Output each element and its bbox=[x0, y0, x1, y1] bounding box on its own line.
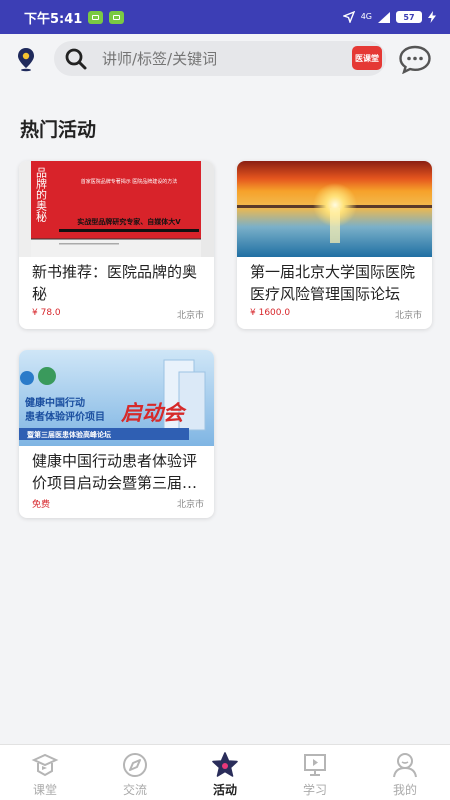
nav-label: 交流 bbox=[122, 783, 147, 797]
activity-title: 健康中国行动患者体验评价项目启动会暨第三届医患体验高峰论坛 bbox=[32, 452, 198, 492]
search-input[interactable] bbox=[102, 50, 342, 68]
signal-icon bbox=[378, 11, 390, 23]
activity-price: ¥ 78.0 bbox=[32, 308, 61, 318]
compass-icon bbox=[123, 753, 147, 777]
nav-label: 活动 bbox=[212, 783, 237, 797]
network-type: 4G bbox=[360, 12, 372, 21]
star-icon bbox=[212, 752, 238, 777]
location-pin-icon[interactable] bbox=[14, 46, 38, 72]
status-indicators: 4G 57 bbox=[342, 11, 436, 23]
book-vertical-title: 品牌的奥秘 bbox=[35, 167, 48, 223]
nav-item-activity[interactable]: 活动 bbox=[180, 745, 270, 800]
location-arrow-icon bbox=[342, 11, 355, 23]
nav-item-study[interactable]: 学习 bbox=[270, 745, 360, 800]
activity-price: 免费 bbox=[32, 500, 51, 510]
battery-icon: 57 bbox=[396, 11, 422, 23]
classroom-icon bbox=[31, 753, 59, 777]
book-bottom-text: 实战型品牌研究专家、自媒体大V bbox=[77, 217, 181, 226]
activity-city: 北京市 bbox=[394, 311, 422, 321]
notification-app-icon bbox=[109, 10, 125, 24]
activity-price: ¥ 1600.0 bbox=[250, 308, 291, 318]
charging-icon bbox=[428, 11, 436, 23]
battery-level: 57 bbox=[403, 12, 415, 22]
activity-card[interactable]: 第一届北京大学国际医院医疗风险管理国际论坛 ¥ 1600.0 北京市 bbox=[237, 161, 432, 329]
section-title: 热门活动 bbox=[20, 119, 97, 141]
search-icon bbox=[65, 48, 87, 70]
activity-title: 第一届北京大学国际医院医疗风险管理国际论坛 bbox=[250, 263, 416, 303]
book-top-text: 首家医院品牌专著揭示 医院品牌建设的方法 bbox=[81, 178, 178, 185]
banner-line2: 患者体验评价项目 bbox=[25, 410, 105, 423]
nav-item-exchange[interactable]: 交流 bbox=[90, 745, 180, 800]
status-time: 下午5:41 bbox=[24, 11, 83, 27]
banner-script: 启动会 bbox=[120, 400, 187, 425]
banner-subtitle: 暨第三届医患体验高峰论坛 bbox=[27, 430, 111, 439]
notification-app-icon bbox=[88, 10, 104, 24]
nav-label: 我的 bbox=[392, 783, 417, 797]
activity-image-banner: 健康中国行动 患者体验评价项目 启动会 暨第三届医患体验高峰论坛 bbox=[19, 350, 214, 446]
brand-badge[interactable]: 医课堂 bbox=[352, 46, 382, 70]
activity-card[interactable]: 健康中国行动 患者体验评价项目 启动会 暨第三届医患体验高峰论坛 健康中国行动患… bbox=[19, 350, 214, 518]
nav-item-profile[interactable]: 我的 bbox=[360, 745, 450, 800]
activity-card[interactable]: 品牌的奥秘 首家医院品牌专著揭示 医院品牌建设的方法 实战型品牌研究专家、自媒体… bbox=[19, 161, 214, 329]
activity-city: 北京市 bbox=[176, 311, 204, 321]
bottom-nav: 课堂 交流 活动 学习 我的 bbox=[0, 744, 450, 800]
status-bar: 下午5:41 4G 57 bbox=[0, 0, 450, 34]
nav-label: 学习 bbox=[302, 783, 327, 797]
activity-title: 新书推荐：医院品牌的奥秘 bbox=[32, 263, 198, 303]
profile-icon bbox=[393, 753, 417, 778]
search-bar[interactable]: 医课堂 bbox=[54, 41, 386, 76]
activity-image-book: 品牌的奥秘 首家医院品牌专著揭示 医院品牌建设的方法 实战型品牌研究专家、自媒体… bbox=[19, 161, 214, 257]
message-icon[interactable] bbox=[398, 44, 432, 74]
study-icon bbox=[304, 754, 326, 776]
activity-image-sunset bbox=[237, 161, 432, 257]
banner-line1: 健康中国行动 bbox=[25, 396, 85, 409]
nav-item-classroom[interactable]: 课堂 bbox=[0, 745, 90, 800]
activity-city: 北京市 bbox=[176, 500, 204, 510]
nav-label: 课堂 bbox=[32, 783, 57, 797]
header: 医课堂 bbox=[0, 34, 450, 86]
